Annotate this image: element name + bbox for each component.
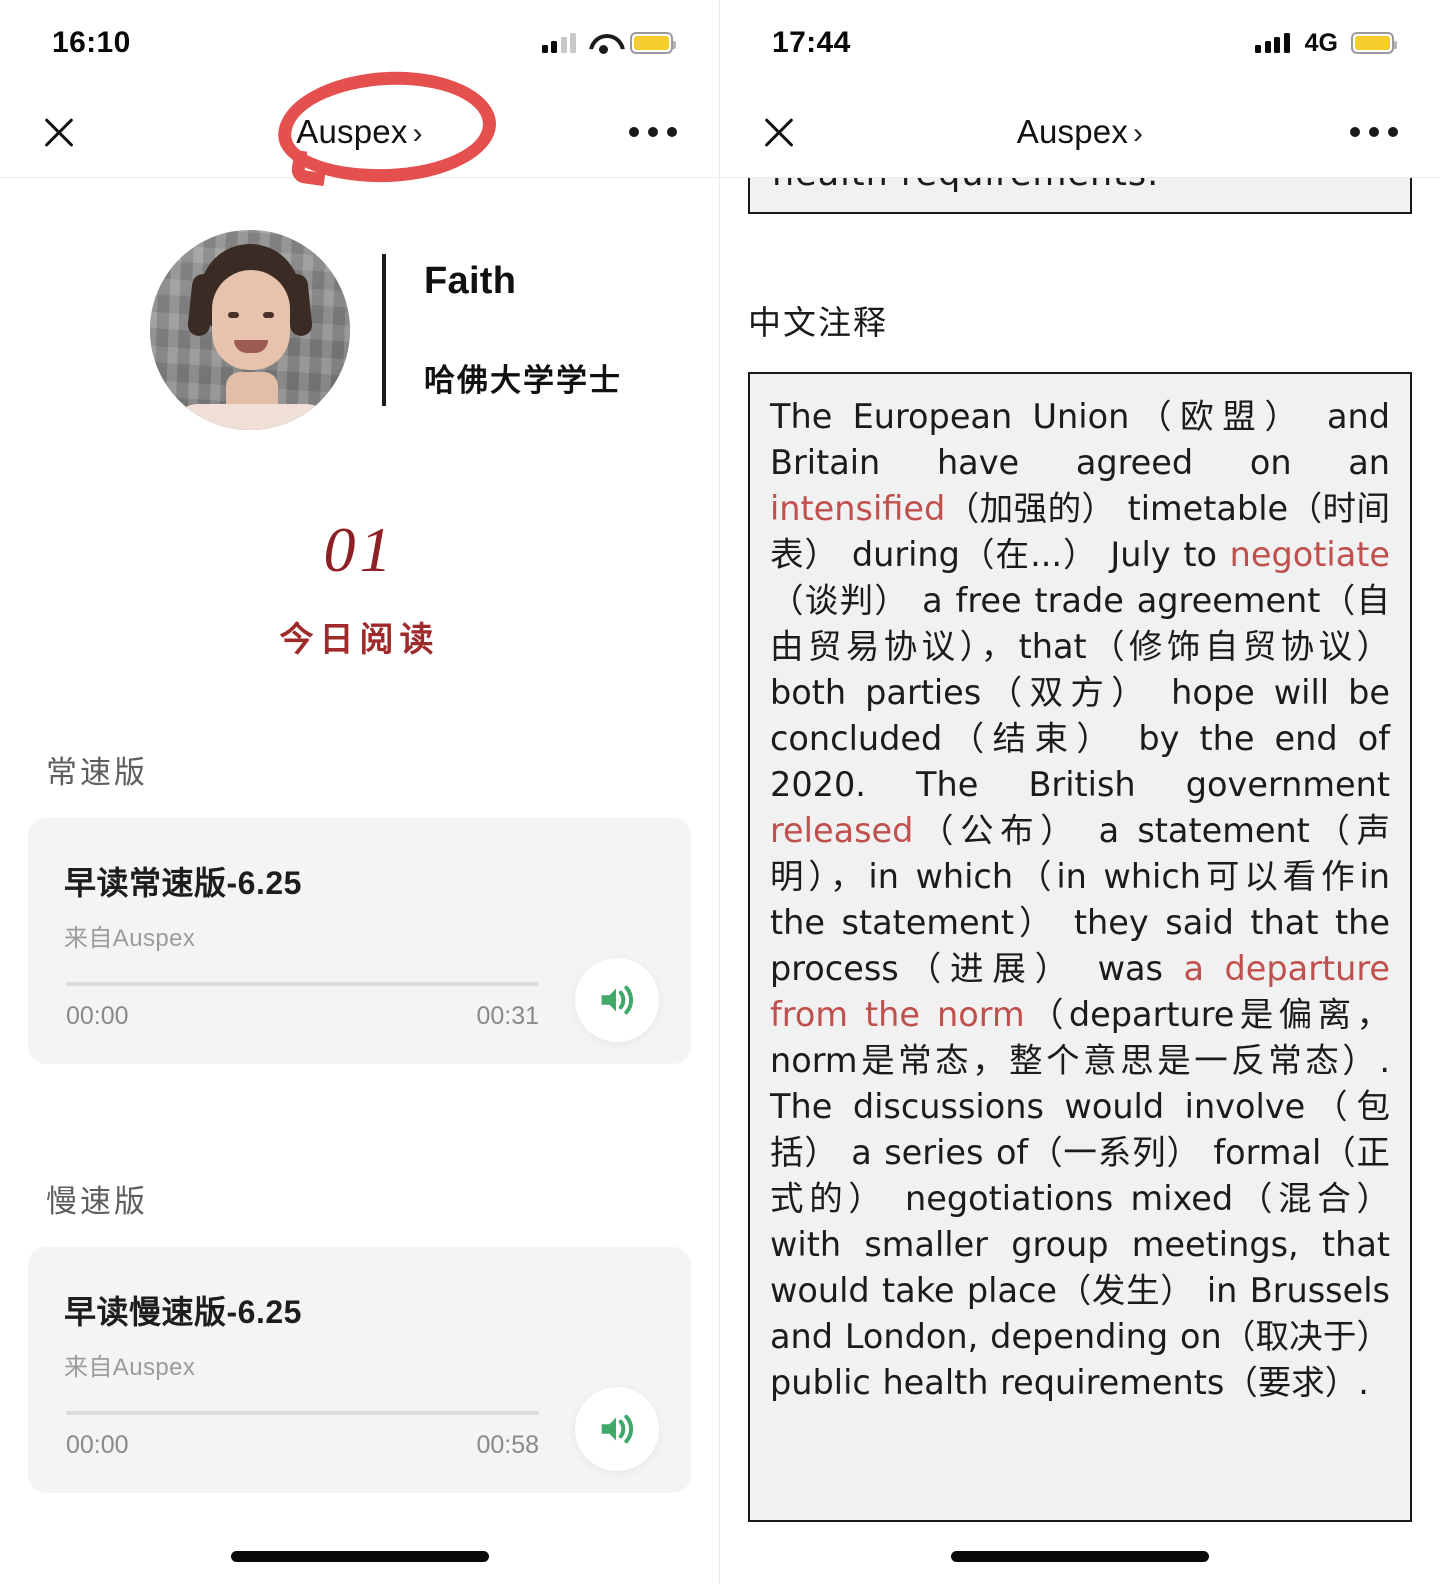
nav-title-label: Auspex [296, 112, 408, 150]
annotation-text-run: （谈判） a free trade agreement（自由贸易协议），that… [770, 581, 1390, 804]
more-options-icon[interactable] [629, 126, 677, 137]
audio-title: 早读慢速版-6.25 [64, 1294, 302, 1330]
vocab-highlight: negotiate [1229, 535, 1390, 574]
right-nav-bar: Auspex › [720, 86, 1440, 178]
vocab-highlight: released [770, 811, 914, 850]
annotation-body: The European Union（欧盟） and Britain have … [770, 394, 1390, 1406]
dual-screenshot-container: 16:10 Auspex › Faith 哈佛大学学士 01 今日阅读 常速版 … [0, 0, 1440, 1584]
profile-name: Faith [424, 260, 517, 302]
audio-current-time: 00:00 [66, 1002, 129, 1030]
section-heading-normal-speed: 常速版 [46, 755, 148, 790]
audio-source: 来自Auspex [64, 925, 196, 952]
status-time: 17:44 [772, 26, 851, 59]
annotation-text-run: The European Union（欧盟） and Britain have … [770, 397, 1390, 482]
annotation-text-box: The European Union（欧盟） and Britain have … [748, 372, 1412, 1522]
clipped-text: health requirements. [772, 178, 1159, 194]
more-options-icon[interactable] [1350, 126, 1398, 137]
right-phone-screen: 17:44 4G Auspex› health requirements. 中文… [720, 0, 1440, 1584]
battery-icon [630, 32, 676, 54]
today-reading-block: 01 今日阅读 [0, 518, 719, 661]
audio-progress-track[interactable] [66, 1411, 539, 1415]
left-phone-screen: 16:10 Auspex › Faith 哈佛大学学士 01 今日阅读 常速版 … [0, 0, 720, 1584]
profile-divider [382, 254, 386, 406]
battery-icon [1351, 32, 1397, 54]
nav-title-auspex[interactable]: Auspex › [0, 113, 719, 151]
audio-progress-track[interactable] [66, 982, 539, 986]
chinese-annotation-heading: 中文注释 [748, 304, 888, 341]
home-indicator [951, 1551, 1209, 1562]
sound-wave-icon [601, 1414, 634, 1444]
network-type-label: 4G [1304, 28, 1338, 57]
audio-card-slow-speed[interactable]: 早读慢速版-6.25 来自Auspex 00:00 00:58 [28, 1247, 691, 1493]
cellular-signal-icon [1255, 33, 1290, 53]
audio-total-time: 00:58 [476, 1431, 539, 1459]
status-indicators: 4G [1255, 28, 1397, 58]
audio-source: 来自Auspex [64, 1354, 196, 1381]
profile-credential: 哈佛大学学士 [424, 363, 622, 398]
cellular-signal-icon [541, 33, 576, 53]
nav-title-auspex[interactable]: Auspex › [720, 113, 1440, 151]
nav-title-label: Auspex [1016, 112, 1129, 150]
section-heading-slow-speed: 慢速版 [46, 1184, 148, 1219]
right-status-bar: 17:44 4G [720, 0, 1440, 86]
annotation-text-run: （departure是偏离，norm是常态，整个意思是一反常态）. The di… [770, 995, 1390, 1402]
status-indicators [541, 32, 676, 54]
avatar [150, 230, 350, 430]
left-status-bar: 16:10 [0, 0, 719, 86]
audio-card-normal-speed[interactable]: 早读常速版-6.25 来自Auspex 00:00 00:31 [28, 818, 691, 1064]
play-button[interactable] [575, 958, 659, 1042]
chevron-right-icon: › [1133, 116, 1144, 150]
vocab-highlight: intensified [770, 489, 946, 528]
left-nav-bar: Auspex › [0, 86, 719, 178]
audio-total-time: 00:31 [476, 1002, 539, 1030]
status-time: 16:10 [52, 26, 131, 59]
home-indicator [230, 1551, 489, 1562]
author-profile: Faith 哈佛大学学士 [0, 178, 719, 430]
section-number: 01 [323, 514, 396, 585]
audio-title: 早读常速版-6.25 [64, 865, 302, 901]
wifi-icon [589, 33, 617, 54]
chevron-right-icon: › [412, 116, 423, 150]
sound-wave-icon [601, 985, 634, 1015]
audio-current-time: 00:00 [66, 1431, 129, 1459]
play-button[interactable] [575, 1387, 659, 1471]
section-label: 今日阅读 [279, 621, 440, 659]
clipped-previous-box: health requirements. [748, 178, 1412, 234]
